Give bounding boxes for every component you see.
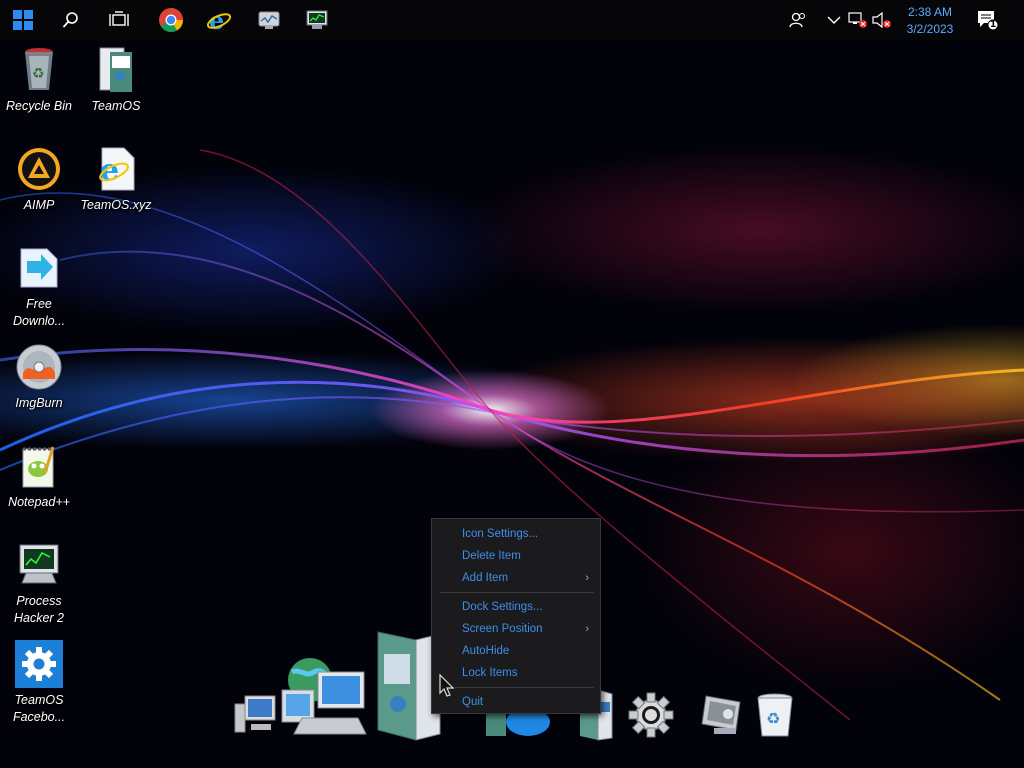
- start-button[interactable]: [0, 0, 46, 40]
- icon-label: Free Downlo...: [12, 297, 66, 328]
- menu-item-screen-position[interactable]: Screen Position ›: [432, 618, 600, 640]
- mouse-cursor-icon: [439, 674, 455, 697]
- chevron-up-icon: [827, 16, 841, 24]
- icon-label: Notepad++: [8, 495, 70, 509]
- recycle-bin-icon: ♻: [25, 48, 53, 90]
- svg-text:e: e: [100, 153, 119, 188]
- submenu-arrow-icon: ›: [585, 623, 589, 635]
- settings-gear-icon: [628, 692, 674, 738]
- icon-label: Process Hacker 2: [13, 594, 65, 625]
- action-center-button[interactable]: 1: [976, 10, 1000, 31]
- icon-label: Recycle Bin: [6, 99, 72, 113]
- search-button[interactable]: [48, 0, 94, 40]
- process-hacker-icon: [306, 10, 328, 29]
- icon-label: TeamOS Facebo...: [12, 693, 66, 724]
- dock-item-computer[interactable]: [232, 690, 280, 734]
- taskbar-system-monitor[interactable]: [246, 0, 292, 40]
- clock-date: 3/2/2023: [906, 22, 954, 36]
- tray-network[interactable]: [848, 10, 868, 30]
- menu-item-lock-items[interactable]: Lock Items: [432, 662, 600, 684]
- internet-explorer-icon: e: [206, 7, 232, 33]
- menu-item-delete-item[interactable]: Delete Item: [432, 545, 600, 567]
- icon-label: TeamOS.xyz: [80, 198, 152, 212]
- internet-shortcut-icon: e: [99, 147, 135, 191]
- menu-item-dock-settings[interactable]: Dock Settings...: [432, 596, 600, 618]
- submenu-arrow-icon: ›: [585, 572, 589, 584]
- desktop-icon-imgburn[interactable]: ImgBurn: [1, 343, 77, 412]
- menu-label: AutoHide: [462, 645, 510, 657]
- menu-label: Delete Item: [462, 550, 521, 562]
- search-icon: [62, 12, 78, 28]
- dock-item-network[interactable]: [278, 650, 368, 738]
- svg-text:♻: ♻: [766, 709, 780, 728]
- system-monitor-icon: [258, 11, 280, 29]
- system-monitor-icon: [701, 695, 741, 734]
- desktop-icon-teamos[interactable]: TeamOS: [78, 46, 154, 115]
- menu-item-add-item[interactable]: Add Item ›: [432, 567, 600, 589]
- computer-icon: [234, 695, 276, 733]
- task-view-icon: [109, 11, 129, 26]
- icon-label: TeamOS: [91, 99, 141, 113]
- volume-muted-icon: [872, 11, 891, 29]
- notepad-plus-plus-icon: [22, 446, 55, 488]
- clock-time: 2:38 AM: [907, 5, 953, 19]
- dock-item-system-monitor[interactable]: [700, 692, 746, 736]
- desktop-icon-recycle-bin[interactable]: ♻ Recycle Bin: [1, 46, 77, 115]
- menu-label: Add Item: [462, 572, 509, 584]
- menu-label: Dock Settings...: [462, 601, 543, 613]
- desktop-icon-process-hacker[interactable]: Process Hacker 2: [1, 541, 77, 627]
- action-center-icon: [978, 11, 999, 31]
- menu-separator: [440, 687, 594, 688]
- dock-item-recycle-bin[interactable]: ♻: [754, 692, 796, 740]
- dock-context-menu: Icon Settings... Delete Item Add Item › …: [431, 518, 601, 714]
- desktop-icon-free-download-manager[interactable]: Free Downlo...: [1, 244, 77, 330]
- download-arrow-icon: [20, 248, 58, 288]
- people-icon: [789, 12, 806, 28]
- dock-item-settings[interactable]: [628, 692, 674, 738]
- recycle-bin-icon: ♻: [757, 693, 793, 737]
- folder-icon: [99, 47, 132, 92]
- menu-item-quit[interactable]: Quit: [432, 691, 600, 713]
- desktop-icon-teamos-xyz[interactable]: e TeamOS.xyz: [78, 145, 154, 214]
- menu-separator: [440, 592, 594, 593]
- process-hacker-icon: [19, 544, 59, 584]
- tray-volume[interactable]: [872, 10, 892, 30]
- taskbar-chrome[interactable]: [148, 0, 194, 40]
- notification-count: 1: [990, 20, 997, 30]
- taskbar-internet-explorer[interactable]: e: [196, 0, 242, 40]
- menu-label: Lock Items: [462, 667, 518, 679]
- tray-show-hidden[interactable]: [824, 10, 844, 30]
- taskbar-process-hacker[interactable]: [294, 0, 340, 40]
- icon-label: ImgBurn: [15, 396, 63, 410]
- taskbar: e 2:38 AM 3/2/2023 1: [0, 0, 1024, 40]
- taskbar-clock[interactable]: 2:38 AM 3/2/2023: [896, 4, 964, 38]
- menu-label: Quit: [462, 696, 484, 708]
- desktop-icon-notepad-plus-plus[interactable]: Notepad++: [1, 442, 77, 511]
- menu-label: Icon Settings...: [462, 528, 539, 540]
- chrome-icon: [159, 8, 183, 33]
- tray-people[interactable]: [788, 10, 808, 30]
- menu-item-autohide[interactable]: AutoHide: [432, 640, 600, 662]
- gear-icon: [15, 640, 63, 688]
- svg-text:♻: ♻: [32, 66, 45, 82]
- aimp-icon: [18, 148, 60, 190]
- menu-item-icon-settings[interactable]: Icon Settings...: [432, 523, 600, 545]
- disc-burn-icon: [16, 344, 62, 390]
- desktop-icon-teamos-facebook[interactable]: TeamOS Facebo...: [1, 640, 77, 726]
- icon-label: AIMP: [23, 198, 55, 212]
- task-view-button[interactable]: [96, 0, 142, 40]
- network-globe-icon: [281, 658, 367, 735]
- windows-logo-icon: [13, 10, 33, 30]
- network-icon: [848, 12, 867, 28]
- desktop-icon-aimp[interactable]: AIMP: [1, 145, 77, 214]
- menu-label: Screen Position: [462, 623, 543, 635]
